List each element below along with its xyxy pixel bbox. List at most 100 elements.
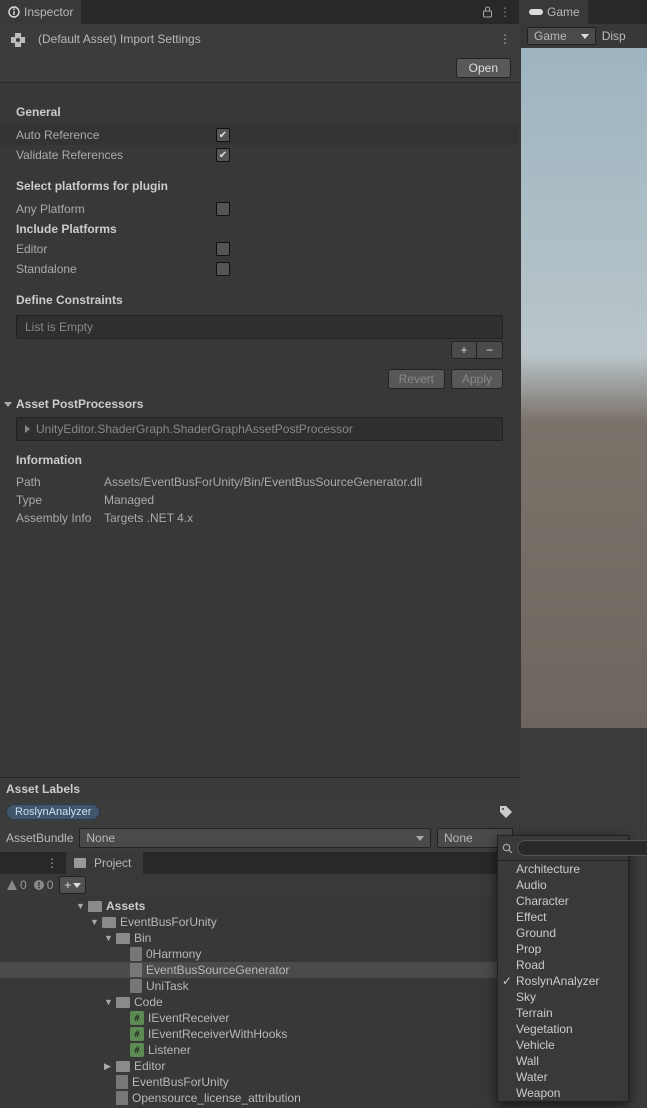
chevron-down-icon [581, 34, 589, 39]
popup-option[interactable]: Architecture [498, 861, 628, 877]
key: Type [16, 493, 104, 507]
label-standalone: Standalone [16, 262, 216, 276]
search-input[interactable] [517, 840, 647, 856]
popup-option[interactable]: Character [498, 893, 628, 909]
tree-code[interactable]: ▼Code [0, 994, 519, 1010]
error-count: 0 [47, 878, 54, 892]
plus-icon: + [64, 878, 71, 892]
open-button[interactable]: Open [456, 58, 511, 78]
tree-bin[interactable]: ▼Bin [0, 930, 519, 946]
create-dropdown[interactable]: + [59, 876, 86, 894]
add-label-button[interactable] [499, 805, 513, 819]
cs-icon: # [130, 1027, 144, 1041]
project-toolbar: 0 0 + [0, 874, 519, 896]
value: Managed [104, 493, 154, 507]
checkbox-validate[interactable] [216, 148, 230, 162]
tree-ebfu-file[interactable]: EventBusForUnity [0, 1074, 519, 1090]
game-view[interactable] [521, 48, 647, 728]
header-kebab-icon[interactable]: ⋮ [491, 24, 519, 54]
cs-icon: # [130, 1043, 144, 1057]
asset-labels-header: Asset Labels [0, 777, 519, 800]
row-editor: Editor [0, 239, 519, 259]
kebab-icon[interactable]: ⋮ [499, 5, 511, 19]
popup-option[interactable]: Wall [498, 1053, 628, 1069]
revert-button[interactable]: Revert [388, 369, 445, 389]
key: Assembly Info [16, 511, 104, 525]
checkbox-editor[interactable] [216, 242, 230, 256]
error-badge[interactable]: 0 [33, 878, 54, 892]
panel-menu-icon[interactable]: ⋮ [0, 856, 66, 870]
row-include-platforms: Include Platforms [0, 219, 519, 239]
popup-options: ArchitectureAudioCharacterEffectGroundPr… [498, 861, 628, 1101]
gamepad-icon [529, 7, 543, 17]
folder-icon [88, 901, 102, 912]
tree-listener[interactable]: #Listener [0, 1042, 519, 1058]
warning-count: 0 [20, 878, 27, 892]
add-button[interactable]: + [451, 341, 477, 359]
checkbox-auto-reference[interactable] [216, 128, 230, 142]
lock-icon[interactable] [482, 6, 493, 18]
file-icon [116, 1075, 128, 1089]
warning-badge[interactable]: 0 [6, 878, 27, 892]
item-label: 0Harmony [146, 947, 201, 961]
row-any-platform: Any Platform [0, 199, 519, 219]
popup-option[interactable]: RoslynAnalyzer [498, 973, 628, 989]
section-title: General [0, 99, 519, 125]
info-icon [8, 6, 20, 18]
tree-assets[interactable]: ▼Assets [0, 898, 519, 914]
tree-eventbus[interactable]: ▼EventBusForUnity [0, 914, 519, 930]
tree-unitask[interactable]: UniTask [0, 978, 519, 994]
popup-option[interactable]: Water [498, 1069, 628, 1085]
popup-option[interactable]: Prop [498, 941, 628, 957]
label-editor: Editor [16, 242, 216, 256]
section-general: General Auto Reference Validate Referenc… [0, 95, 519, 169]
popup-option[interactable]: Vehicle [498, 1037, 628, 1053]
popup-option[interactable]: Road [498, 957, 628, 973]
assetbundle-select[interactable]: None [79, 828, 431, 848]
file-icon [130, 947, 142, 961]
item-label: IEventReceiverWithHooks [148, 1027, 287, 1041]
label-tag[interactable]: RoslynAnalyzer [6, 804, 100, 820]
tree-editor[interactable]: ▶Editor [0, 1058, 519, 1074]
item-label: EventBusForUnity [132, 1075, 229, 1089]
label-include: Include Platforms [16, 222, 216, 236]
tree-ieventreceiver[interactable]: #IEventReceiver [0, 1010, 519, 1026]
tab-inspector[interactable]: Inspector [0, 0, 81, 24]
row-auto-reference: Auto Reference [0, 125, 519, 145]
label-popup: ArchitectureAudioCharacterEffectGroundPr… [497, 835, 629, 1102]
tree-license[interactable]: Opensource_license_attribution [0, 1090, 519, 1106]
file-icon [116, 1091, 128, 1105]
popup-option[interactable]: Ground [498, 925, 628, 941]
item-label: EventBusSourceGenerator [146, 963, 289, 977]
popup-option[interactable]: Audio [498, 877, 628, 893]
popup-option[interactable]: Vegetation [498, 1021, 628, 1037]
tree-harmony[interactable]: 0Harmony [0, 946, 519, 962]
apply-button[interactable]: Apply [451, 369, 503, 389]
popup-option[interactable]: Sky [498, 989, 628, 1005]
labels-row: RoslynAnalyzer [0, 800, 519, 824]
item-label: Editor [134, 1059, 165, 1073]
tree-ieventreceiverhooks[interactable]: # IEventReceiverWithHooks [0, 1026, 519, 1042]
postprocessor-item[interactable]: UnityEditor.ShaderGraph.ShaderGraphAsset… [16, 417, 503, 441]
foldout-postprocessors[interactable]: Asset PostProcessors [0, 393, 519, 415]
remove-button[interactable]: − [477, 341, 503, 359]
checkbox-standalone[interactable] [216, 262, 230, 276]
plugin-icon [6, 28, 30, 52]
project-tabs: ⋮ Project [0, 852, 519, 874]
section-define: Define Constraints List is Empty + − [0, 283, 519, 365]
checkbox-any[interactable] [216, 202, 230, 216]
item-label: Code [134, 995, 163, 1009]
inspector-header: (Default Asset) Import Settings ⋮ Open [0, 24, 519, 83]
arrow-icon [25, 425, 30, 433]
tab-game[interactable]: Game [521, 0, 588, 24]
popup-option[interactable]: Weapon [498, 1085, 628, 1101]
file-icon [130, 963, 142, 977]
tab-project[interactable]: Project [66, 851, 143, 875]
tree-generator[interactable]: EventBusSourceGenerator [0, 962, 519, 978]
label-auto-reference: Auto Reference [16, 128, 216, 142]
popup-option[interactable]: Effect [498, 909, 628, 925]
section-info: Information Path Assets/EventBusForUnity… [0, 443, 519, 531]
file-icon [130, 979, 142, 993]
popup-option[interactable]: Terrain [498, 1005, 628, 1021]
display-select[interactable]: Game [527, 27, 596, 45]
